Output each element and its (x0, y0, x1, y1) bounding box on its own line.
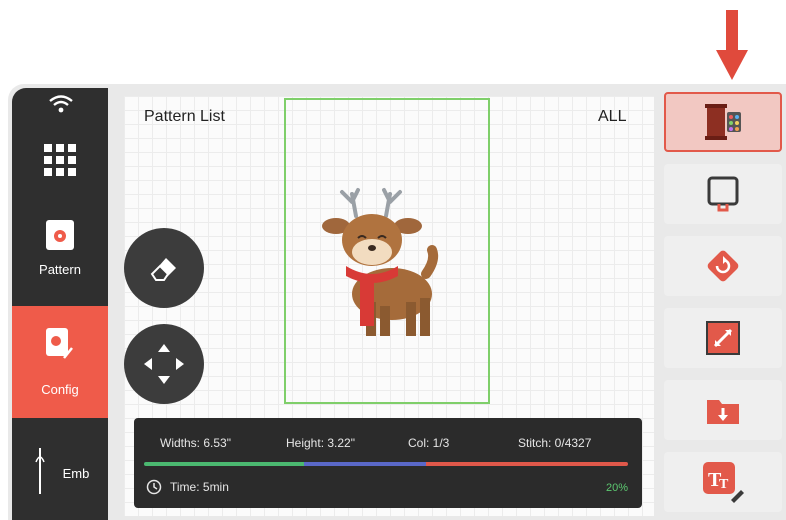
sidebar-item-pattern[interactable]: Pattern (12, 210, 108, 298)
wifi-icon (49, 95, 73, 113)
config-icon (46, 328, 73, 359)
move-arrows-icon (144, 344, 184, 384)
pattern-icon (46, 220, 74, 250)
progress-segment-3 (426, 462, 628, 466)
col-value: Col: 1/3 (408, 436, 450, 450)
filter-label[interactable]: ALL (598, 108, 626, 126)
sidebar-item-config[interactable]: Config (12, 306, 108, 418)
left-sidebar: Pattern Config Emb (12, 88, 108, 520)
svg-text:T: T (719, 477, 729, 492)
sidebar-item-emb[interactable]: Emb (12, 424, 108, 520)
time-value: Time: 5min (170, 480, 229, 494)
deer-pattern[interactable] (322, 182, 452, 342)
resize-icon (706, 321, 740, 355)
clock-icon (146, 479, 162, 495)
color-progress-bar (144, 462, 628, 466)
resize-button[interactable] (664, 308, 782, 368)
pattern-info-bar: Widths: 6.53" Height: 3.22" Col: 1/3 Sti… (134, 418, 642, 508)
text-edit-icon: T T (703, 462, 744, 503)
height-value: Height: 3.22" (286, 436, 355, 450)
rotate-icon (707, 250, 739, 282)
folder-download-icon (707, 400, 739, 424)
apps-grid-icon[interactable] (40, 140, 80, 180)
thread-color-button[interactable] (664, 92, 782, 152)
progress-segment-1 (144, 462, 304, 466)
indicator-arrow-icon (716, 10, 748, 80)
sidebar-item-label: Emb (62, 466, 90, 481)
import-button[interactable] (664, 380, 782, 440)
device-screen: Pattern Config Emb Pattern List ALL Widt… (8, 84, 786, 520)
page-title: Pattern List (144, 108, 225, 125)
rotate-button[interactable] (664, 236, 782, 296)
text-edit-button[interactable]: T T (664, 452, 782, 512)
pattern-canvas[interactable]: Pattern List ALL Widths: 6.53" Height: 3… (124, 96, 654, 516)
hoop-icon (707, 176, 739, 212)
progress-segment-2 (304, 462, 426, 466)
progress-percent: 20% (605, 482, 628, 494)
hoop-button[interactable] (664, 164, 782, 224)
widths-value: Widths: 6.53" (160, 436, 231, 450)
stitch-value: Stitch: 0/4327 (518, 436, 592, 450)
sidebar-item-label: Config (41, 382, 79, 397)
thread-spool-icon (705, 104, 741, 140)
move-button[interactable] (124, 324, 204, 404)
eraser-icon (150, 258, 176, 281)
sidebar-item-label: Pattern (39, 262, 81, 277)
eraser-button[interactable] (124, 228, 204, 308)
